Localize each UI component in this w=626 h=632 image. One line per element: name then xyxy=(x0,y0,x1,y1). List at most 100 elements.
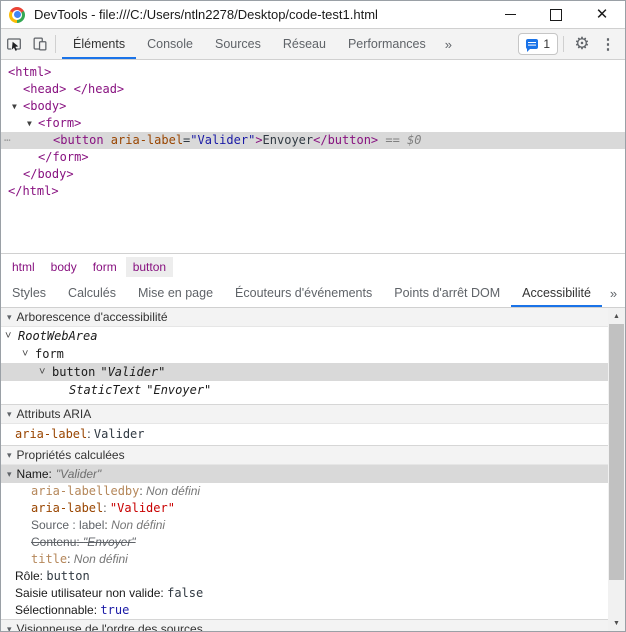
computed-properties-section-header[interactable]: ▾ Propriétés calculées xyxy=(1,445,625,465)
aria-attributes-section-header[interactable]: ▾ Attributs ARIA xyxy=(1,404,625,424)
name-source-row[interactable]: title: Non défini xyxy=(1,551,625,568)
dom-tree-row[interactable]: ▼ <body> xyxy=(1,98,625,115)
a11y-node-name: StaticText xyxy=(69,383,142,397)
scroll-down-icon[interactable]: ▼ xyxy=(608,615,625,631)
accessibility-pane: ▾ Arborescence d'accessibilité ˅ RootWebA… xyxy=(1,308,625,631)
chevron-expanded-icon[interactable]: ˅ xyxy=(5,327,18,345)
dom-tree-row[interactable]: </form> xyxy=(1,149,625,166)
code-segment: $0 xyxy=(407,133,422,147)
name-property-header[interactable]: ▾ Name: "Valider" xyxy=(1,465,625,483)
name-source-value: "Envoyer" xyxy=(83,535,136,549)
subtab-calcules[interactable]: Calculés xyxy=(57,279,127,307)
subtab-styles[interactable]: Styles xyxy=(1,279,57,307)
subtab-accessibilite[interactable]: Accessibilité xyxy=(511,279,602,307)
chevron-expanded-icon[interactable]: ˅ xyxy=(22,345,35,363)
source-order-section-header[interactable]: ▾ Visionneuse de l'ordre des sources xyxy=(1,619,625,631)
tab-console[interactable]: Console xyxy=(136,29,204,59)
more-subtabs-button[interactable]: » xyxy=(602,279,625,307)
menu-button[interactable]: ⋮ xyxy=(595,35,621,53)
tab-elements[interactable]: Éléments xyxy=(62,29,136,59)
tab-sources[interactable]: Sources xyxy=(204,29,272,59)
toolbar-separator xyxy=(55,35,56,53)
property-label: Sélectionnable: xyxy=(15,603,101,617)
breadcrumb-item-form[interactable]: form xyxy=(86,257,124,277)
code-segment: </form> xyxy=(38,150,89,164)
name-property-label: Name: xyxy=(16,467,52,481)
code-segment: Envoyer xyxy=(262,133,314,147)
scrollbar[interactable]: ▲ ▼ xyxy=(608,308,625,631)
panel-tabs: Éléments Console Sources Réseau Performances xyxy=(62,29,437,59)
aria-attribute-name: aria-label xyxy=(15,427,88,441)
device-toolbar-button[interactable] xyxy=(27,29,53,59)
a11y-node-name: button xyxy=(52,365,96,379)
a11y-node-rootwebarea[interactable]: ˅ RootWebArea xyxy=(1,327,625,345)
chevron-expanded-icon[interactable]: ˅ xyxy=(39,363,52,381)
breadcrumb-item-body[interactable]: body xyxy=(44,257,84,277)
tab-performances[interactable]: Performances xyxy=(337,29,437,59)
name-source-label: Source : label xyxy=(31,518,105,532)
console-messages-badge[interactable]: 1 xyxy=(518,33,558,55)
tab-reseau[interactable]: Réseau xyxy=(272,29,337,59)
minimize-button[interactable] xyxy=(487,1,533,28)
name-source-label: Contenu xyxy=(31,535,77,549)
aria-attribute-row[interactable]: aria-label: Valider xyxy=(1,424,625,445)
scroll-up-icon[interactable]: ▲ xyxy=(608,308,625,324)
a11y-node-statictext[interactable]: StaticText "Envoyer" xyxy=(1,381,625,399)
name-source-row[interactable]: aria-label: "Valider" xyxy=(1,500,625,517)
computed-properties-list: Rôle: button Saisie utilisateur non valid… xyxy=(1,568,625,619)
scrollbar-thumb[interactable] xyxy=(609,324,624,580)
subtab-points-d-arret-dom[interactable]: Points d'arrêt DOM xyxy=(383,279,511,307)
expand-arrow-icon[interactable]: ▼ xyxy=(12,98,23,115)
minimize-icon xyxy=(504,14,516,15)
property-value: true xyxy=(100,603,130,617)
name-source-row[interactable]: aria-labelledby: Non défini xyxy=(1,483,625,500)
sidebar-tabs: Styles Calculés Mise en page Écouteurs d'év… xyxy=(1,279,625,308)
accessibility-tree-section-header[interactable]: ▾ Arborescence d'accessibilité xyxy=(1,308,625,327)
section-triangle-icon: ▾ xyxy=(7,408,12,419)
computed-property-row[interactable]: Saisie utilisateur non valide: false xyxy=(1,585,625,602)
dom-tree-row[interactable]: ▼ <form> xyxy=(1,115,625,132)
a11y-node-value: "Envoyer" xyxy=(146,383,212,397)
computed-property-row[interactable]: Rôle: button xyxy=(1,568,625,585)
maximize-button[interactable] xyxy=(533,1,579,28)
aria-attribute-value: Valider xyxy=(93,427,145,441)
section-title: Visionneuse de l'ordre des sources xyxy=(16,622,203,631)
dom-tree-row[interactable]: … <button aria-label="Valider">Envoyer</b… xyxy=(1,131,625,149)
code-segment: <head> </head> xyxy=(23,82,125,96)
name-source-value: Non défini xyxy=(73,552,128,566)
dom-tree-row[interactable]: <head> </head> xyxy=(1,81,625,98)
code-segment: aria-label xyxy=(110,133,184,147)
name-source-row[interactable]: Source : label: Non défini xyxy=(1,517,625,534)
dom-tree-row[interactable]: <html> xyxy=(1,64,625,81)
close-button[interactable]: ✕ xyxy=(579,1,625,28)
section-triangle-icon: ▾ xyxy=(7,623,12,632)
inspect-element-button[interactable] xyxy=(1,29,27,59)
computed-property-row[interactable]: Sélectionnable: true xyxy=(1,602,625,619)
subtab-mise-en-page[interactable]: Mise en page xyxy=(127,279,224,307)
section-triangle-icon: ▾ xyxy=(7,449,12,460)
gear-icon: ⚙ xyxy=(574,34,590,53)
a11y-node-button[interactable]: ˅ button "Valider" xyxy=(1,363,625,381)
dom-tree-row[interactable]: </html> xyxy=(1,183,625,200)
name-source-label: aria-label xyxy=(31,501,104,515)
expand-arrow-icon[interactable]: ▼ xyxy=(27,115,38,132)
a11y-node-value: "Valider" xyxy=(100,365,166,379)
name-property-value: "Valider" xyxy=(55,467,102,481)
name-source-value: Non défini xyxy=(146,484,201,498)
code-segment: <form> xyxy=(38,116,82,130)
breadcrumb-item-button[interactable]: button xyxy=(125,256,174,277)
name-source-label: aria-labelledby xyxy=(31,484,140,498)
name-sources-list: aria-labelledby: Non défini aria-label: "… xyxy=(1,483,625,568)
settings-button[interactable]: ⚙ xyxy=(569,34,595,54)
message-bubble-icon xyxy=(526,39,539,52)
code-segment: "Valider" xyxy=(190,133,256,147)
window-controls: ✕ xyxy=(487,1,625,28)
a11y-node-form[interactable]: ˅ form xyxy=(1,345,625,363)
colon: : xyxy=(87,427,94,441)
property-label: Saisie utilisateur non valide: xyxy=(15,586,168,600)
more-tabs-button[interactable]: » xyxy=(437,29,460,59)
dom-tree-row[interactable]: </body> xyxy=(1,166,625,183)
breadcrumb-item-html[interactable]: html xyxy=(5,257,42,277)
name-source-row[interactable]: Contenu: "Envoyer" xyxy=(1,534,625,551)
subtab-ecouteurs-d-evenements[interactable]: Écouteurs d'événements xyxy=(224,279,383,307)
